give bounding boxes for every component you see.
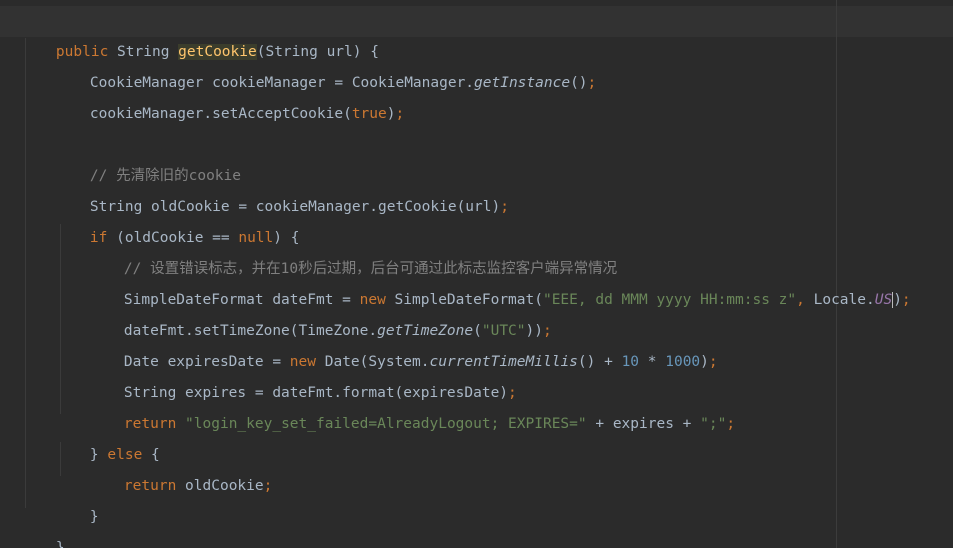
code-line[interactable]: String expires = dateFmt.format(expiresD… xyxy=(89,347,517,401)
closing-brace: } xyxy=(89,509,99,525)
string-literal: "EEE, dd MMM yyyy HH:mm:ss z" xyxy=(542,292,797,308)
code-line[interactable]: cookieManager.setAcceptCookie(true); xyxy=(55,68,404,122)
code-line[interactable]: public String getCookie(String url) { xyxy=(21,6,379,60)
code-text: () + xyxy=(577,354,622,370)
code-line[interactable]: return "login_key_set_failed=AlreadyLogo… xyxy=(89,378,735,432)
semicolon: ; xyxy=(587,75,597,91)
code-editor[interactable]: public String getCookie(String url) { Co… xyxy=(0,0,953,548)
static-method-call: getInstance xyxy=(474,75,571,91)
code-text: * xyxy=(639,354,666,370)
semicolon: ; xyxy=(263,478,273,494)
code-line[interactable]: // 先清除旧的cookie xyxy=(55,130,241,184)
code-line[interactable]: } xyxy=(21,502,65,548)
comma: , xyxy=(796,292,805,308)
code-text: cookieManager.setAcceptCookie( xyxy=(89,106,352,122)
code-line[interactable]: SimpleDateFormat dateFmt = new SimpleDat… xyxy=(89,254,911,308)
code-line[interactable]: dateFmt.setTimeZone(TimeZone.getTimeZone… xyxy=(89,285,552,339)
semicolon: ; xyxy=(500,199,509,215)
number-literal: 10 xyxy=(621,354,640,370)
string-literal: ";" xyxy=(700,416,727,432)
code-text: ) xyxy=(893,292,902,308)
code-text: oldCookie xyxy=(176,478,264,494)
code-line[interactable]: Date expiresDate = new Date(System.curre… xyxy=(89,316,718,370)
indent-guide xyxy=(25,38,26,508)
code-line[interactable]: } else { xyxy=(55,409,160,463)
code-text: Locale. xyxy=(804,292,875,308)
code-line[interactable]: } xyxy=(55,471,99,525)
code-line[interactable]: CookieManager cookieManager = CookieMana… xyxy=(55,37,596,91)
keyword-true: true xyxy=(351,106,387,122)
code-text: () xyxy=(570,75,588,91)
semicolon: ; xyxy=(395,106,405,122)
closing-brace: } xyxy=(55,540,65,548)
number-literal: 1000 xyxy=(665,354,701,370)
code-line[interactable]: String oldCookie = cookieManager.getCook… xyxy=(55,161,509,215)
code-line[interactable]: return oldCookie; xyxy=(89,440,272,494)
code-line[interactable]: if (oldCookie == null) { xyxy=(55,192,300,246)
code-line[interactable]: // 设置错误标志，并在10秒后过期，后台可通过此标志监控客户端异常情况 xyxy=(89,223,617,277)
semicolon: ; xyxy=(726,416,736,432)
keyword-return: return xyxy=(123,478,177,494)
semicolon: ; xyxy=(708,354,718,370)
string-literal: "login_key_set_failed=AlreadyLogout; EXP… xyxy=(185,416,587,432)
code-text: + expires + xyxy=(586,416,701,432)
static-field-us: US xyxy=(874,292,893,308)
semicolon: ; xyxy=(901,292,911,308)
code-text: ) xyxy=(700,354,709,370)
